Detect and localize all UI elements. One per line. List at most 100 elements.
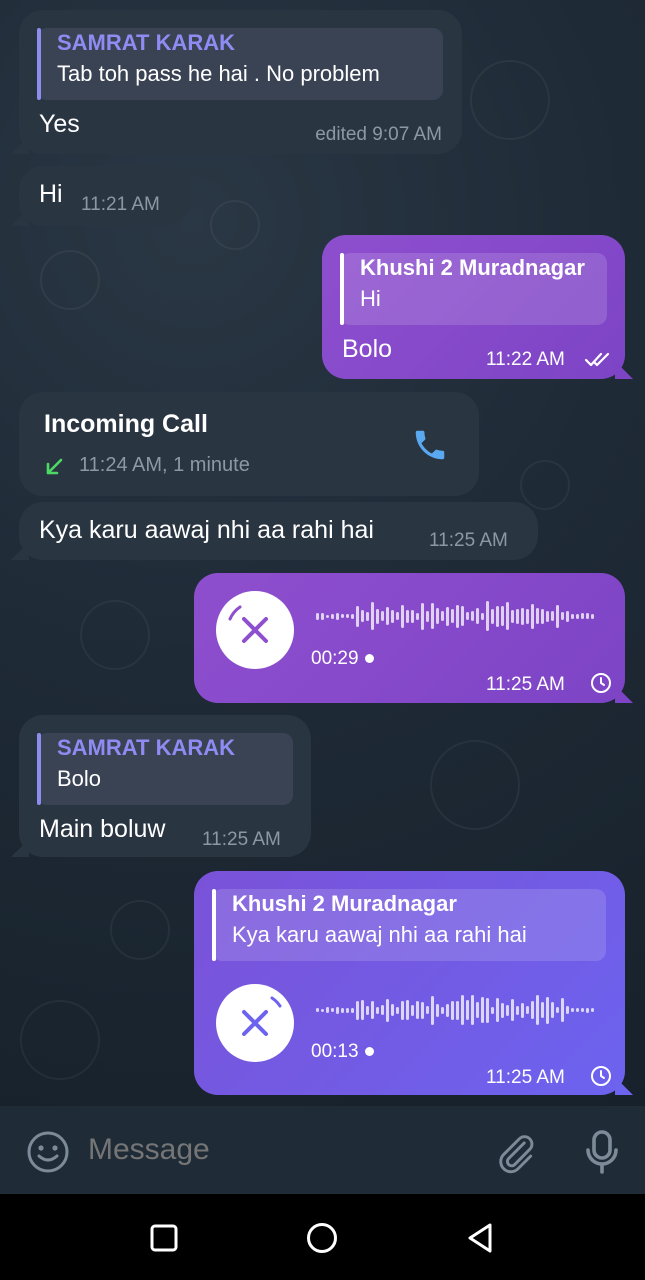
message-incoming[interactable]: SAMRAT KARAK Bolo Main boluw 11:25 AM: [11, 715, 311, 857]
clock-icon: [591, 673, 611, 693]
message-incoming[interactable]: SAMRAT KARAK Tab toh pass he hai . No pr…: [11, 10, 462, 154]
waveform-bar: [476, 1002, 479, 1018]
chat-area[interactable]: SAMRAT KARAK Tab toh pass he hai . No pr…: [0, 0, 645, 1106]
waveform-bar: [386, 998, 389, 1022]
waveform-bar: [556, 604, 559, 628]
background-doodle: [20, 1000, 100, 1080]
background-doodle: [210, 200, 260, 250]
message-time: 11:25 AM: [486, 674, 565, 695]
cancel-upload-button[interactable]: [216, 984, 294, 1062]
waveform-bar: [346, 1007, 349, 1013]
message-time: 11:25 AM: [202, 829, 281, 850]
waveform-bar: [376, 1006, 379, 1014]
waveform-bar: [331, 1008, 334, 1012]
waveform-bar: [521, 607, 524, 625]
smiley-icon[interactable]: [26, 1130, 70, 1174]
waveform-bar: [406, 1000, 409, 1020]
background-doodle: [430, 740, 520, 830]
message-outgoing[interactable]: Khushi 2 Muradnagar Hi Bolo 11:22 AM: [322, 235, 633, 379]
message-text: Kya karu aawaj nhi aa rahi hai: [39, 516, 374, 544]
phone-icon[interactable]: [411, 426, 449, 464]
unplayed-dot: [364, 654, 374, 664]
reply-text: Kya karu aawaj nhi aa rahi hai: [232, 922, 527, 947]
reply-text: Hi: [360, 286, 381, 311]
message-composer: [0, 1106, 645, 1194]
waveform-bar: [526, 608, 529, 624]
microphone-icon[interactable]: [582, 1128, 622, 1176]
waveform-bar: [336, 1006, 339, 1014]
waveform-bar: [576, 1008, 579, 1012]
message-input[interactable]: [88, 1128, 468, 1172]
waveform-bar: [461, 995, 464, 1025]
background-doodle: [80, 600, 150, 670]
message-time: 11:25 AM: [486, 1067, 565, 1088]
waveform-bar: [421, 602, 424, 630]
system-navigation-bar: [0, 1194, 645, 1280]
waveform-bar: [481, 997, 484, 1023]
waveform-bar: [391, 1004, 394, 1016]
recent-apps-icon[interactable]: [148, 1222, 180, 1254]
waveform-bar: [551, 1002, 554, 1018]
reply-preview[interactable]: SAMRAT KARAK Bolo: [37, 733, 293, 805]
waveform-bar: [461, 606, 464, 626]
waveform-bar: [361, 610, 364, 622]
waveform-bar: [476, 608, 479, 624]
message-incoming[interactable]: Hi 11:21 AM: [11, 166, 190, 226]
waveform-bar: [496, 605, 499, 627]
voice-waveform[interactable]: [316, 994, 601, 1026]
incoming-arrow-icon: [46, 458, 63, 475]
reply-preview[interactable]: SAMRAT KARAK Tab toh pass he hai . No pr…: [37, 28, 443, 100]
waveform-bar: [401, 1000, 404, 1020]
waveform-bar: [471, 611, 474, 621]
waveform-bar: [561, 998, 564, 1022]
waveform-bar: [326, 614, 329, 618]
waveform-bar: [371, 602, 374, 630]
waveform-bar: [436, 608, 439, 624]
waveform-bar: [466, 612, 469, 620]
waveform-bar: [341, 614, 344, 618]
voice-message-outgoing[interactable]: 00:29 11:25 AM: [194, 573, 633, 703]
message-time: 11:25 AM: [429, 530, 508, 551]
voice-message-outgoing[interactable]: Khushi 2 Muradnagar Kya karu aawaj nhi a…: [194, 871, 633, 1095]
waveform-bar: [316, 1008, 319, 1012]
waveform-bar: [451, 1000, 454, 1020]
waveform-bar: [366, 611, 369, 621]
waveform-bar: [406, 609, 409, 623]
waveform-bar: [541, 608, 544, 624]
reply-sender: Khushi 2 Muradnagar: [360, 255, 585, 280]
background-doodle: [40, 250, 100, 310]
waveform-bar: [446, 606, 449, 626]
waveform-bar: [336, 612, 339, 620]
waveform-bar: [491, 1006, 494, 1014]
waveform-bar: [416, 612, 419, 620]
waveform-bar: [431, 603, 434, 629]
double-check-icon: [584, 352, 610, 367]
waveform-bar: [466, 1000, 469, 1020]
waveform-bar: [511, 999, 514, 1021]
waveform-bar: [546, 996, 549, 1024]
waveform-bar: [586, 1007, 589, 1013]
incoming-call-message[interactable]: Incoming Call 11:24 AM, 1 minute: [19, 392, 479, 496]
waveform-bar: [521, 1002, 524, 1018]
waveform-bar: [516, 608, 519, 624]
waveform-bar: [586, 613, 589, 619]
reply-preview[interactable]: Khushi 2 Muradnagar Hi: [340, 253, 607, 325]
clock-icon: [591, 1066, 611, 1086]
back-icon[interactable]: [462, 1220, 498, 1256]
cancel-upload-button[interactable]: [216, 591, 294, 669]
reply-preview[interactable]: Khushi 2 Muradnagar Kya karu aawaj nhi a…: [212, 889, 606, 961]
waveform-bar: [496, 998, 499, 1022]
voice-waveform[interactable]: [316, 600, 601, 632]
waveform-bar: [436, 1003, 439, 1017]
paperclip-icon[interactable]: [494, 1130, 538, 1176]
waveform-bar: [441, 611, 444, 621]
home-icon[interactable]: [304, 1220, 340, 1256]
waveform-bar: [501, 606, 504, 626]
background-doodle: [110, 900, 170, 960]
waveform-bar: [381, 611, 384, 621]
waveform-bar: [321, 612, 324, 620]
message-incoming[interactable]: Kya karu aawaj nhi aa rahi hai 11:25 AM: [11, 502, 538, 560]
waveform-bar: [551, 611, 554, 621]
message-time: 11:21 AM: [81, 194, 160, 215]
waveform-bar: [566, 610, 569, 622]
